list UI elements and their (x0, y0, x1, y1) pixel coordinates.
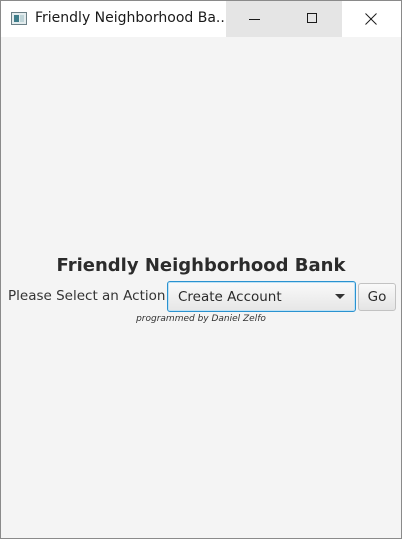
maximize-icon (307, 13, 317, 23)
action-select[interactable]: Create Account (167, 281, 356, 312)
maximize-button[interactable] (284, 1, 342, 37)
window-title: Friendly Neighborhood Ba... (35, 10, 230, 26)
action-select-value: Create Account (178, 289, 282, 305)
minimize-icon (249, 19, 260, 20)
page-title: Friendly Neighborhood Bank (56, 255, 346, 276)
app-window: Friendly Neighborhood Ba... Friendly Nei… (0, 0, 402, 539)
close-icon (365, 13, 377, 25)
go-button[interactable]: Go (358, 283, 396, 311)
chevron-down-icon (335, 294, 345, 299)
close-button[interactable] (342, 1, 401, 37)
minimize-button[interactable] (226, 1, 284, 37)
java-app-icon (11, 12, 27, 25)
credit-text: programmed by Daniel Zelfo (136, 314, 266, 324)
title-bar[interactable]: Friendly Neighborhood Ba... (1, 1, 401, 37)
action-label: Please Select an Action: (8, 288, 170, 304)
